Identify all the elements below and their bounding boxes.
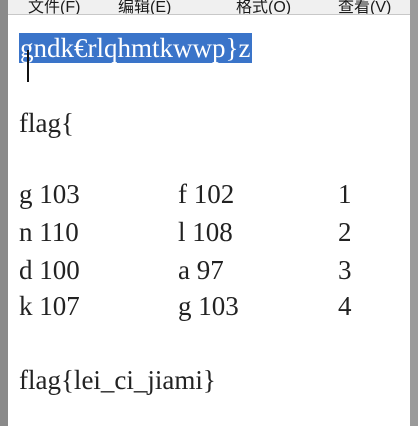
table-cell-r2c2: l 108 bbox=[178, 217, 233, 247]
menu-file[interactable]: 文件(F) bbox=[28, 0, 80, 14]
menu-bar: 文件(F) 编辑(E) 格式(O) 查看(V) bbox=[8, 0, 410, 15]
table-cell-r1c1: g 103 bbox=[19, 179, 80, 209]
table-cell-r4c2: g 103 bbox=[178, 291, 239, 321]
table-cell-r3c1: d 100 bbox=[19, 255, 80, 285]
text-caret bbox=[27, 50, 29, 82]
window-right-border bbox=[410, 0, 418, 426]
table-cell-r3c2: a 97 bbox=[178, 255, 224, 285]
menu-edit[interactable]: 编辑(E) bbox=[118, 0, 171, 14]
table-cell-r3c3: 3 bbox=[338, 255, 352, 285]
table-cell-r4c1: k 107 bbox=[19, 291, 80, 321]
table-cell-r1c2: f 102 bbox=[178, 179, 235, 209]
text-line-flag-open: flag{ bbox=[19, 108, 74, 138]
table-cell-r2c1: n 110 bbox=[19, 217, 79, 247]
menu-view[interactable]: 查看(V) bbox=[338, 0, 391, 14]
text-line-final-flag: flag{lei_ci_jiami} bbox=[19, 365, 216, 395]
text-line-cipher: gndk€rlqhmtkwwp}z bbox=[19, 33, 253, 63]
window-left-border bbox=[0, 0, 8, 426]
menu-format[interactable]: 格式(O) bbox=[236, 0, 291, 14]
table-cell-r2c3: 2 bbox=[338, 217, 352, 247]
table-cell-r4c3: 4 bbox=[338, 291, 352, 321]
selected-cipher-text[interactable]: gndk€rlqhmtkwwp}z bbox=[19, 33, 253, 63]
text-editor-area[interactable]: gndk€rlqhmtkwwp}z flag{ g 103 f 102 1 n … bbox=[8, 15, 410, 426]
table-cell-r1c3: 1 bbox=[338, 179, 352, 209]
